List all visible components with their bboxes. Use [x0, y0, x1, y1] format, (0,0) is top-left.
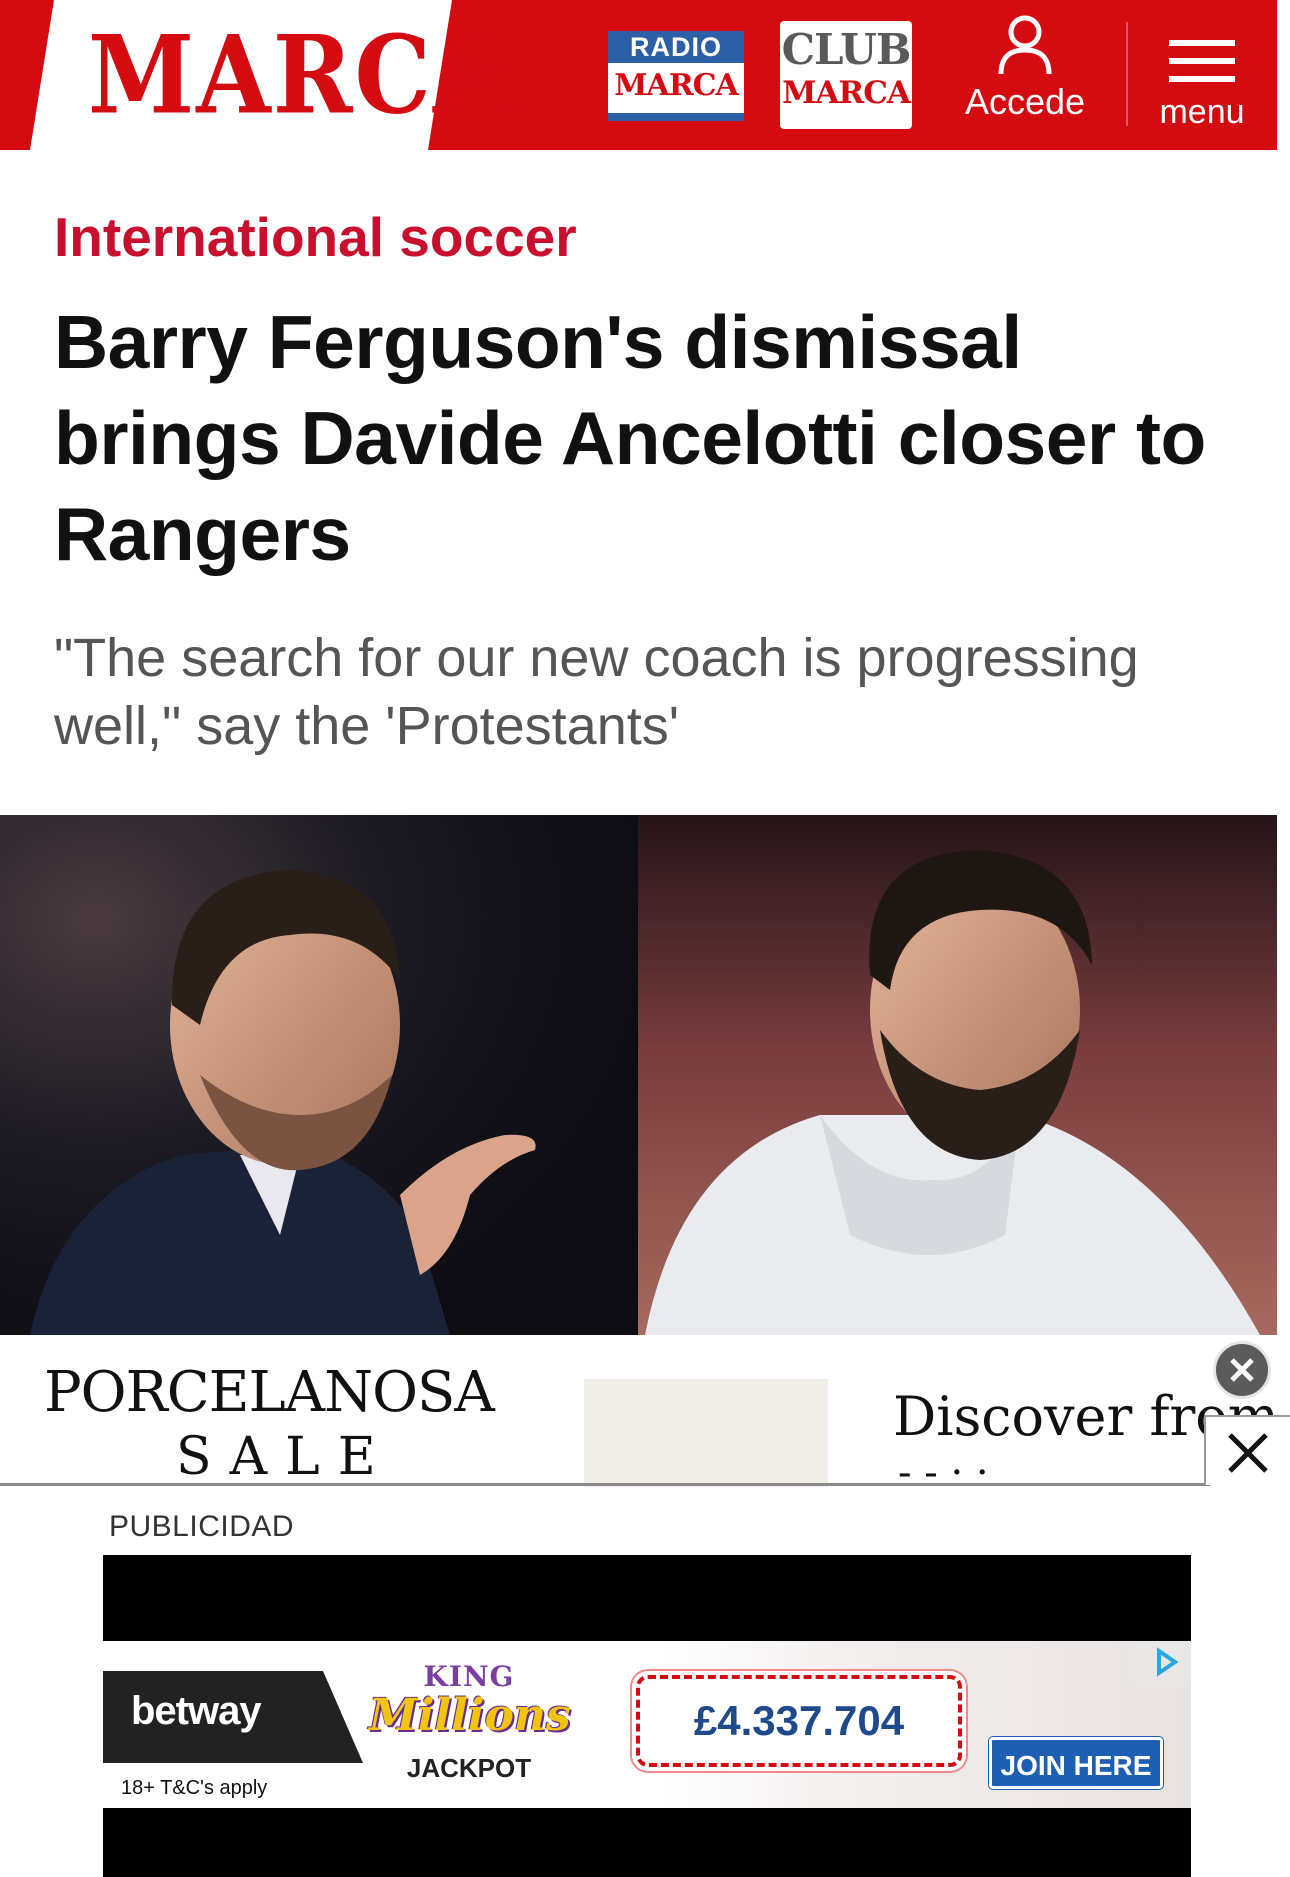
betway-terms: 18+ T&C's apply [121, 1777, 268, 1799]
jackpot-counter: £4.337.704 [636, 1675, 962, 1767]
menu-button[interactable]: menu [1142, 30, 1262, 134]
king-millions-bottom: Millions [369, 1690, 571, 1741]
betway-logo: betway [103, 1671, 363, 1763]
king-millions-logo: KING Millions JACKPOT [369, 1660, 571, 1784]
club-marca-button[interactable]: CLUB MARCA [780, 21, 912, 129]
header-divider [1126, 22, 1128, 126]
article-title: Barry Ferguson's dismissal brings Davide… [54, 300, 1206, 576]
logo-text: MARCA [88, 11, 510, 139]
club-label: CLUB [781, 25, 912, 74]
jackpot-label: JACKPOT [406, 1753, 532, 1783]
article-subtitle: "The search for our new coach is progres… [54, 628, 1139, 756]
radio-marca-button[interactable]: RADIO MARCA [608, 31, 744, 121]
king-millions-top: KING [423, 1660, 515, 1693]
close-icon[interactable] [1204, 1415, 1290, 1485]
marca-logo[interactable]: MARCA [0, 0, 507, 150]
porcelanosa-ad[interactable]: PORCELANOSA SALE Discover from - - · · [0, 1335, 1290, 1487]
betway-ad[interactable]: betway 18+ T&C's apply KING Millions JAC… [103, 1555, 1191, 1877]
hamburger-icon [1169, 40, 1235, 82]
article-photo-illustration [0, 815, 1277, 1335]
menu-label: menu [1159, 93, 1245, 131]
ad-divider [0, 1483, 1210, 1486]
section-kicker[interactable]: International soccer [54, 205, 577, 269]
ad-brand-porcelanosa: PORCELANOSA [44, 1360, 495, 1425]
ad-sale-text: SALE [176, 1427, 394, 1487]
login-button[interactable]: Accede [955, 14, 1095, 134]
advertising-label: PUBLICIDAD [109, 1510, 295, 1543]
betway-banner[interactable]: betway 18+ T&C's apply KING Millions JAC… [103, 1641, 1191, 1808]
user-icon [998, 15, 1052, 75]
article-photo [0, 815, 1277, 1335]
club-marca-label: MARCA [782, 75, 911, 111]
radio-label: RADIO [608, 31, 744, 63]
radio-marca-label: MARCA [614, 68, 739, 103]
jackpot-value: £4.337.704 [693, 1697, 905, 1744]
login-label: Accede [964, 81, 1086, 122]
ad-cutoff-text: - - · · [898, 1450, 989, 1487]
join-here-button[interactable]: JOIN HERE [989, 1737, 1163, 1789]
ad-product-swatch [584, 1379, 828, 1487]
site-header: MARCA RADIO MARCA CLUB MARCA Accede menu [0, 0, 1277, 150]
betway-logo-text: betway [131, 1689, 262, 1733]
adchoices-icon[interactable] [1133, 1641, 1191, 1687]
betway-logo-tip [323, 1671, 363, 1763]
circle-close-icon[interactable] [1213, 1341, 1271, 1399]
